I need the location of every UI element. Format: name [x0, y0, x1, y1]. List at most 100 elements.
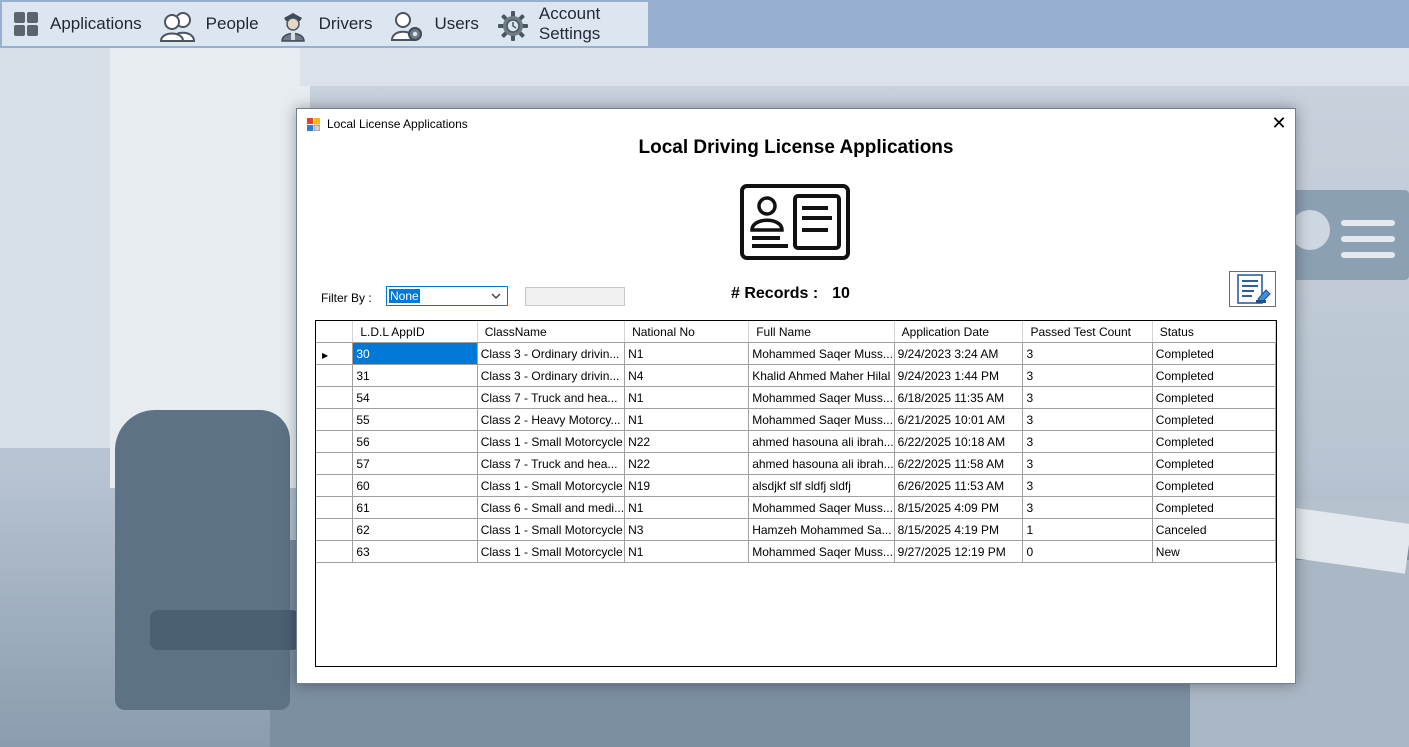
- table-cell[interactable]: 6/21/2025 10:01 AM: [894, 408, 1024, 431]
- table-cell[interactable]: 9/24/2023 3:24 AM: [894, 342, 1024, 365]
- table-row[interactable]: 61 Class 6 - Small and medi... N1 Mohammed …: [316, 496, 1276, 519]
- table-cell[interactable]: alsdjkf slf sldfj sldfj: [748, 474, 895, 497]
- row-header[interactable]: [316, 518, 354, 541]
- table-cell[interactable]: N1: [624, 496, 750, 519]
- table-cell[interactable]: Class 6 - Small and medi...: [477, 496, 626, 519]
- table-cell[interactable]: N19: [624, 474, 750, 497]
- table-cell[interactable]: 61: [352, 496, 478, 519]
- table-cell[interactable]: Mohammed Saqer Muss...: [748, 342, 895, 365]
- table-cell[interactable]: 30: [352, 342, 478, 365]
- table-cell[interactable]: 3: [1022, 386, 1153, 409]
- table-cell[interactable]: Class 1 - Small Motorcycle: [477, 518, 626, 541]
- column-header[interactable]: ClassName: [477, 321, 626, 343]
- table-cell[interactable]: Completed: [1152, 430, 1276, 453]
- table-cell[interactable]: Class 1 - Small Motorcycle: [477, 540, 626, 563]
- row-header[interactable]: [316, 496, 354, 519]
- table-cell[interactable]: Class 1 - Small Motorcycle: [477, 430, 626, 453]
- table-row[interactable]: 55 Class 2 - Heavy Motorcy... N1 Mohammed S…: [316, 408, 1276, 431]
- table-cell[interactable]: New: [1152, 540, 1276, 563]
- table-cell[interactable]: 6/18/2025 11:35 AM: [894, 386, 1024, 409]
- row-header[interactable]: [316, 386, 354, 409]
- table-cell[interactable]: N22: [624, 452, 750, 475]
- table-cell[interactable]: 8/15/2025 4:09 PM: [894, 496, 1024, 519]
- table-cell[interactable]: Mohammed Saqer Muss...: [748, 408, 895, 431]
- table-row[interactable]: 56 Class 1 - Small Motorcycle N22 ahmed has…: [316, 430, 1276, 453]
- applications-grid[interactable]: L.D.L AppID ClassName National No Full N…: [315, 320, 1277, 667]
- window-titlebar[interactable]: Local License Applications ✕: [297, 109, 1295, 139]
- table-cell[interactable]: Completed: [1152, 452, 1276, 475]
- table-cell[interactable]: Completed: [1152, 386, 1276, 409]
- table-cell[interactable]: 1: [1022, 518, 1153, 541]
- table-cell[interactable]: Mohammed Saqer Muss...: [748, 386, 895, 409]
- menu-item-people[interactable]: People: [150, 2, 267, 46]
- table-cell[interactable]: 6/26/2025 11:53 AM: [894, 474, 1024, 497]
- table-row[interactable]: 54 Class 7 - Truck and hea... N1 Mohammed S…: [316, 386, 1276, 409]
- table-cell[interactable]: 3: [1022, 364, 1153, 387]
- table-cell[interactable]: 60: [352, 474, 478, 497]
- menu-item-users[interactable]: Users: [380, 2, 486, 46]
- table-cell[interactable]: Completed: [1152, 496, 1276, 519]
- table-cell[interactable]: Completed: [1152, 342, 1276, 365]
- table-cell[interactable]: Hamzeh Mohammed Sa...: [748, 518, 895, 541]
- table-cell[interactable]: Khalid Ahmed Maher Hilal: [748, 364, 895, 387]
- table-cell[interactable]: Class 7 - Truck and hea...: [477, 452, 626, 475]
- table-cell[interactable]: N1: [624, 342, 750, 365]
- table-cell[interactable]: 3: [1022, 342, 1153, 365]
- table-cell[interactable]: ahmed hasouna ali ibrah...: [748, 430, 895, 453]
- column-header[interactable]: Status: [1152, 321, 1276, 343]
- table-cell[interactable]: 0: [1022, 540, 1153, 563]
- table-cell[interactable]: N3: [624, 518, 750, 541]
- table-row[interactable]: 63 Class 1 - Small Motorcycle N1 Mohammed S…: [316, 540, 1276, 563]
- table-cell[interactable]: 9/24/2023 1:44 PM: [894, 364, 1024, 387]
- table-cell[interactable]: Class 1 - Small Motorcycle: [477, 474, 626, 497]
- table-cell[interactable]: 6/22/2025 11:58 AM: [894, 452, 1024, 475]
- table-cell[interactable]: N1: [624, 408, 750, 431]
- filter-by-dropdown[interactable]: None: [386, 286, 508, 306]
- table-cell[interactable]: N1: [624, 386, 750, 409]
- table-cell[interactable]: Class 2 - Heavy Motorcy...: [477, 408, 626, 431]
- table-cell[interactable]: 54: [352, 386, 478, 409]
- row-header[interactable]: [316, 364, 354, 387]
- table-cell[interactable]: Class 7 - Truck and hea...: [477, 386, 626, 409]
- table-row[interactable]: 57 Class 7 - Truck and hea... N22 ahmed has…: [316, 452, 1276, 475]
- table-row[interactable]: 62 Class 1 - Small Motorcycle N3 Hamzeh Moh…: [316, 518, 1276, 541]
- table-cell[interactable]: 3: [1022, 408, 1153, 431]
- column-header[interactable]: Application Date: [894, 321, 1024, 343]
- table-cell[interactable]: Class 3 - Ordinary drivin...: [477, 364, 626, 387]
- column-header[interactable]: Full Name: [748, 321, 895, 343]
- table-cell[interactable]: 3: [1022, 430, 1153, 453]
- table-cell[interactable]: ahmed hasouna ali ibrah...: [748, 452, 895, 475]
- table-cell[interactable]: Class 3 - Ordinary drivin...: [477, 342, 626, 365]
- column-header[interactable]: L.D.L AppID: [352, 321, 478, 343]
- table-cell[interactable]: 6/22/2025 10:18 AM: [894, 430, 1024, 453]
- table-cell[interactable]: 3: [1022, 474, 1153, 497]
- table-cell[interactable]: Completed: [1152, 364, 1276, 387]
- table-cell[interactable]: Completed: [1152, 474, 1276, 497]
- table-row[interactable]: 60 Class 1 - Small Motorcycle N19 alsdjkf s…: [316, 474, 1276, 497]
- table-row[interactable]: ▶ 30 Class 3 - Ordinary drivin... N1 Mohamme…: [316, 342, 1276, 365]
- row-header[interactable]: [316, 430, 354, 453]
- table-cell[interactable]: Mohammed Saqer Muss...: [748, 540, 895, 563]
- row-header[interactable]: [316, 408, 354, 431]
- table-cell[interactable]: 9/27/2025 12:19 PM: [894, 540, 1024, 563]
- chevron-down-icon[interactable]: [490, 289, 502, 303]
- table-cell[interactable]: 56: [352, 430, 478, 453]
- row-header[interactable]: [316, 540, 354, 563]
- menu-item-account-settings[interactable]: Account Settings: [487, 2, 648, 46]
- table-cell[interactable]: 62: [352, 518, 478, 541]
- table-cell[interactable]: 63: [352, 540, 478, 563]
- table-cell[interactable]: N4: [624, 364, 750, 387]
- table-cell[interactable]: 8/15/2025 4:19 PM: [894, 518, 1024, 541]
- table-cell[interactable]: 57: [352, 452, 478, 475]
- table-cell[interactable]: Canceled: [1152, 518, 1276, 541]
- table-cell[interactable]: 3: [1022, 452, 1153, 475]
- table-cell[interactable]: N22: [624, 430, 750, 453]
- column-header[interactable]: Passed Test Count: [1022, 321, 1153, 343]
- table-cell[interactable]: Completed: [1152, 408, 1276, 431]
- table-cell[interactable]: 31: [352, 364, 478, 387]
- menu-item-applications[interactable]: Applications: [2, 2, 150, 46]
- table-cell[interactable]: 3: [1022, 496, 1153, 519]
- table-cell[interactable]: 55: [352, 408, 478, 431]
- row-header[interactable]: ▶: [316, 342, 354, 365]
- column-header[interactable]: National No: [624, 321, 750, 343]
